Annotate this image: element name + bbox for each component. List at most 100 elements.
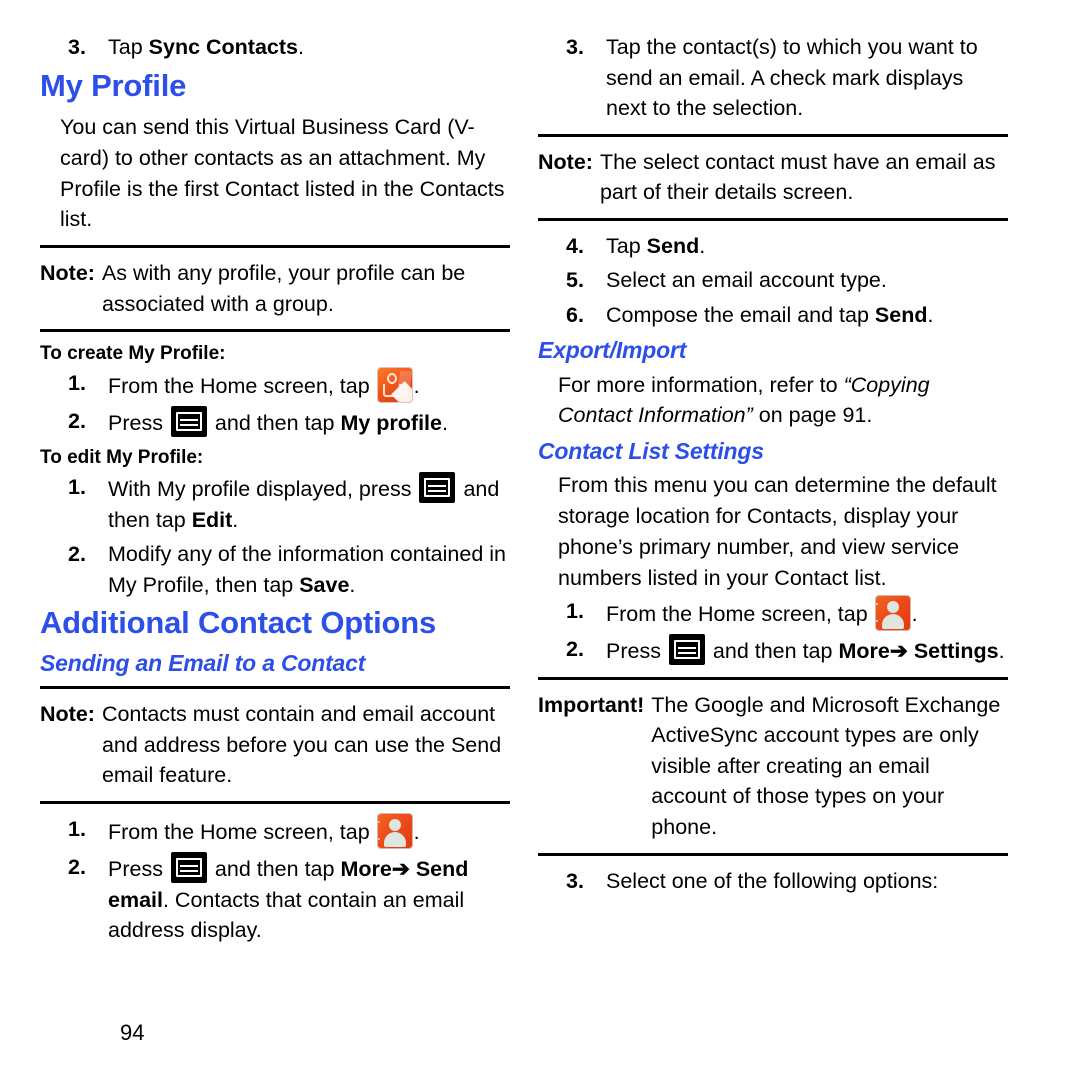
note-label: Note:	[40, 261, 95, 286]
step-number: 2.	[566, 637, 584, 662]
step-number: 1.	[68, 370, 86, 395]
step-text-pre: Compose the email and tap	[606, 302, 875, 327]
step-text-mid: and then tap	[208, 856, 341, 881]
step-text: Press and then tap More➔ Send email. Con…	[108, 851, 510, 946]
list-item: 1. From the Home screen, tap .	[40, 813, 510, 848]
subsection-heading-export-import: Export/Import	[538, 337, 687, 364]
step-text-post: .	[911, 602, 918, 627]
step-bold-term: Sync Contacts	[148, 35, 298, 59]
step-text-pre: Tap	[606, 233, 647, 258]
step-number: 2.	[68, 408, 86, 433]
export-import-text-post: on page 91.	[752, 403, 873, 428]
step-text-mid: and then tap	[706, 639, 839, 664]
divider	[40, 686, 510, 690]
step-bold-term: Send	[646, 233, 700, 258]
step-bold-term: Send	[874, 302, 928, 327]
right-column: 3. Tap the contact(s) to which you want …	[538, 32, 1008, 900]
step-text-post: .	[441, 410, 448, 435]
step-text-mid: and then tap	[208, 410, 341, 435]
list-item: 1. From the Home screen, tap .	[538, 596, 1008, 631]
list-item: 3. Select one of the following options:	[538, 866, 1008, 897]
note-block-email: Note: Contacts must contain and email ac…	[40, 699, 510, 791]
step-bold-term: My profile	[340, 410, 442, 435]
list-item: 5. Select an email account type.	[538, 265, 1008, 296]
list-item: 6. Compose the email and tap Send.	[538, 300, 1008, 331]
export-import-text-pre: For more information, refer to	[558, 372, 844, 397]
list-item: 2. Press and then tap My profile.	[40, 405, 510, 439]
step-text-pre: Press	[108, 410, 169, 435]
important-text: The Google and Microsoft Exchange Active…	[651, 692, 1001, 839]
contacts-app-icon	[377, 813, 412, 848]
step-text: Tap Send.	[606, 231, 1008, 262]
page-number: 94	[120, 1020, 145, 1045]
step-text-pre: With My profile displayed, press	[108, 477, 418, 502]
step-text-post: .	[927, 302, 934, 327]
important-label: Important!	[538, 692, 645, 717]
step-text: Select one of the following options:	[606, 868, 939, 893]
note-block-select-contact: Note: The select contact must have an em…	[538, 147, 1008, 208]
step-number: 1.	[566, 599, 584, 624]
step-text-pre: Tap	[108, 35, 149, 59]
left-column: 3. Tap Sync Contacts. My Profile You can…	[40, 32, 510, 950]
step-text: Press and then tap My profile.	[108, 405, 510, 439]
step-number: 3.	[566, 35, 584, 59]
divider	[538, 133, 1008, 137]
divider	[40, 800, 510, 804]
arrow-right-icon: ➔	[889, 639, 908, 664]
arrow-right-icon: ➔	[391, 856, 410, 881]
step-number: 5.	[566, 268, 584, 293]
step-text: Compose the email and tap Send.	[606, 300, 1008, 331]
list-item: 2. Modify any of the information contain…	[40, 539, 510, 600]
two-column-layout: 3. Tap Sync Contacts. My Profile You can…	[40, 32, 1040, 950]
subheading-to-create-my-profile: To create My Profile:	[40, 343, 226, 365]
my-profile-app-icon	[377, 367, 412, 402]
list-item: 2. Press and then tap More➔ Settings.	[538, 634, 1008, 667]
list-item: 1. With My profile displayed, press and …	[40, 472, 510, 535]
step-text: Modify any of the information contained …	[108, 539, 510, 600]
step-text: From the Home screen, tap .	[108, 813, 510, 848]
menu-path-more: More	[838, 639, 890, 664]
step-text: From the Home screen, tap .	[108, 367, 510, 402]
list-item: 2. Press and then tap More➔ Send email. …	[40, 851, 510, 946]
note-block-group: Note: As with any profile, your profile …	[40, 258, 510, 319]
contact-list-settings-paragraph: From this menu you can determine the def…	[558, 473, 997, 590]
note-label: Note:	[538, 149, 593, 174]
step-text-post: .	[998, 639, 1005, 664]
divider	[40, 245, 510, 249]
step-number: 4.	[566, 233, 584, 258]
step-text: Select an email account type.	[606, 268, 887, 293]
step-bold-term: Edit	[191, 507, 233, 532]
contacts-app-icon	[875, 596, 910, 631]
note-text: As with any profile, your profile can be…	[101, 261, 466, 316]
step-text: Press and then tap More➔ Settings.	[606, 634, 1008, 667]
step-text-post: .	[413, 373, 420, 398]
step-bold-term: Save	[299, 572, 350, 597]
manual-page: 3. Tap Sync Contacts. My Profile You can…	[0, 0, 1080, 1080]
list-item: 3. Tap the contact(s) to which you want …	[538, 32, 1008, 124]
step-number: 6.	[566, 302, 584, 327]
note-text: The select contact must have an email as…	[599, 149, 996, 205]
list-item: 1. From the Home screen, tap .	[40, 367, 510, 402]
important-block: Important! The Google and Microsoft Exch…	[538, 690, 1008, 843]
menu-key-icon	[170, 851, 207, 883]
step-text-pre: Press	[108, 856, 169, 881]
divider	[40, 329, 510, 333]
step-text: From the Home screen, tap .	[606, 596, 1008, 631]
my-profile-intro-paragraph: You can send this Virtual Business Card …	[60, 115, 505, 232]
step-number: 1.	[68, 475, 86, 500]
section-heading-additional-contact-options: Additional Contact Options	[40, 605, 437, 641]
step-text-post: .	[349, 572, 356, 597]
divider	[538, 852, 1008, 856]
subheading-to-edit-my-profile: To edit My Profile:	[40, 447, 204, 469]
menu-key-icon	[419, 472, 456, 504]
subsection-heading-sending-an-email: Sending an Email to a Contact	[40, 650, 366, 676]
step-text: With My profile displayed, press and the…	[108, 472, 510, 535]
step-text-post: .	[298, 35, 304, 59]
note-label: Note:	[40, 702, 95, 727]
step-text: Tap Sync Contacts.	[108, 32, 510, 63]
menu-path-more: More	[340, 856, 392, 881]
divider	[538, 217, 1008, 221]
step-number: 2.	[68, 542, 86, 567]
step-number: 2.	[68, 854, 86, 879]
step-text-post: .	[413, 819, 420, 844]
